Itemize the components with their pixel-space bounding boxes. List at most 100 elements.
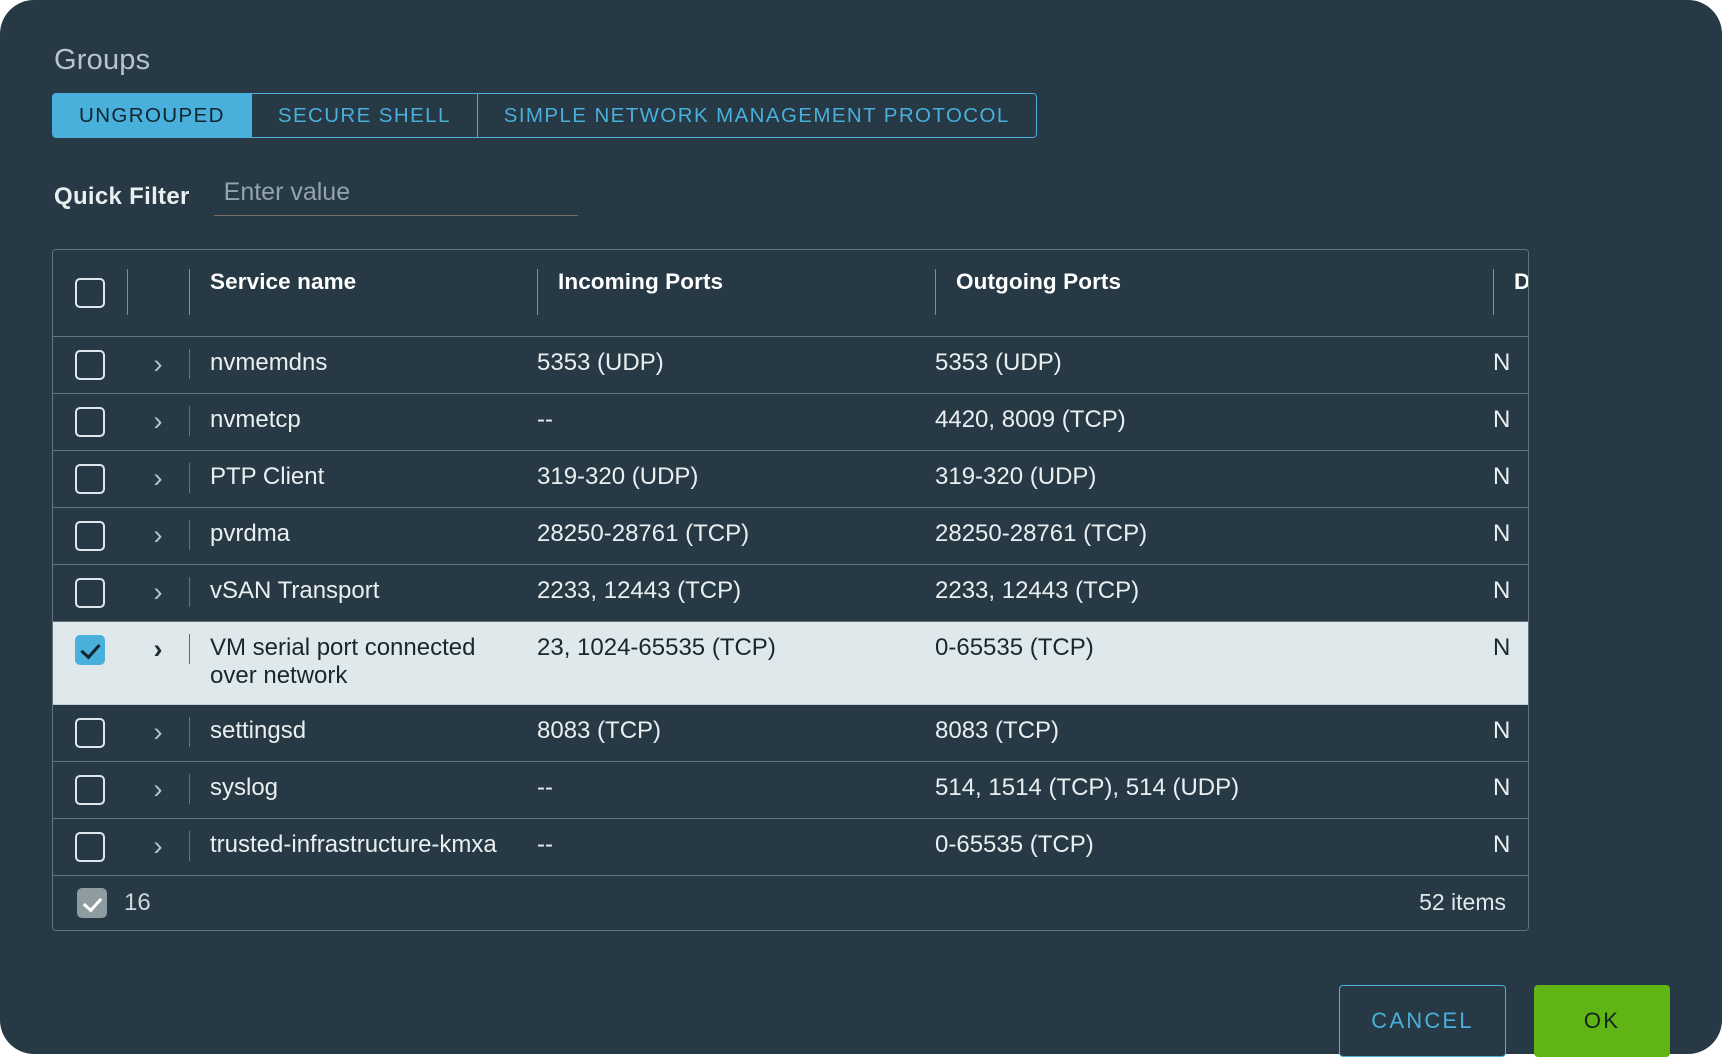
incoming-ports-header[interactable]: Incoming Ports: [537, 250, 935, 337]
table-row[interactable]: › settingsd 8083 (TCP) 8083 (TCP) N: [53, 704, 1528, 762]
row-expand-cell[interactable]: ›: [127, 818, 189, 875]
row-service-name-cell: trusted-infrastructure-kmxa: [189, 818, 537, 875]
footer-selection-checkbox[interactable]: [77, 887, 107, 918]
row-incoming-ports-cell: 319-320 (UDP): [537, 450, 935, 508]
groups-label: Groups: [54, 44, 151, 76]
row-daemon-cell: N: [1493, 393, 1528, 451]
row-checkbox[interactable]: [75, 578, 105, 608]
row-daemon-cell: N: [1493, 761, 1528, 819]
row-outgoing-ports-cell: 2233, 12443 (TCP): [935, 564, 1493, 622]
column-divider: [189, 830, 190, 861]
chevron-right-icon[interactable]: ›: [127, 634, 189, 663]
service-name-value: VM serial port connected over network: [210, 634, 476, 690]
chevron-right-icon[interactable]: ›: [127, 577, 189, 606]
chevron-right-icon[interactable]: ›: [127, 349, 189, 378]
column-divider: [189, 269, 190, 315]
row-daemon-cell: N: [1493, 336, 1528, 394]
service-name-value: nvmetcp: [210, 406, 301, 433]
column-divider: [935, 269, 936, 315]
quick-filter-input[interactable]: [213, 178, 588, 209]
row-select-cell[interactable]: [53, 704, 127, 762]
service-selection-dialog: Groups UNGROUPED SECURE SHELL SIMPLE NET…: [0, 0, 1722, 1057]
chevron-right-icon[interactable]: ›: [127, 774, 189, 803]
row-checkbox[interactable]: [75, 717, 105, 748]
row-service-name-cell: nvmetcp: [189, 393, 537, 451]
outgoing-ports-header[interactable]: Outgoing Ports: [935, 250, 1493, 337]
row-outgoing-ports-cell: 28250-28761 (TCP): [935, 507, 1493, 565]
table-row-selected[interactable]: › VM serial port connected over network …: [53, 621, 1528, 705]
row-select-cell[interactable]: [53, 393, 127, 451]
row-service-name-cell: settingsd: [189, 704, 537, 762]
row-select-cell[interactable]: [53, 761, 127, 819]
row-service-name-cell: nvmemdns: [189, 336, 537, 394]
chevron-right-icon[interactable]: ›: [127, 717, 189, 746]
row-outgoing-ports-cell: 8083 (TCP): [935, 704, 1493, 762]
tab-secure-shell[interactable]: SECURE SHELL: [251, 94, 478, 137]
row-select-cell[interactable]: [53, 507, 127, 565]
row-expand-cell[interactable]: ›: [127, 704, 189, 762]
row-outgoing-ports-cell: 0-65535 (TCP): [935, 621, 1493, 705]
service-name-header-label: Service name: [210, 269, 357, 294]
table-row[interactable]: › vSAN Transport 2233, 12443 (TCP) 2233,…: [53, 564, 1528, 622]
tab-ungrouped[interactable]: UNGROUPED: [53, 94, 252, 137]
row-expand-cell[interactable]: ›: [127, 621, 189, 705]
table-row[interactable]: › syslog -- 514, 1514 (TCP), 514 (UDP) N: [53, 761, 1528, 819]
row-incoming-ports-cell: --: [537, 830, 553, 858]
row-checkbox[interactable]: [75, 521, 105, 551]
dialog-actions: CANCEL OK: [52, 984, 1670, 1057]
row-daemon-cell: N: [1493, 507, 1528, 565]
chevron-right-icon[interactable]: ›: [127, 406, 189, 435]
table-row[interactable]: › trusted-infrastructure-kmxa -- 0-65535…: [53, 818, 1528, 875]
row-incoming-ports-cell: 23, 1024-65535 (TCP): [537, 621, 935, 705]
table-row[interactable]: › nvmetcp -- 4420, 8009 (TCP) N: [53, 393, 1528, 451]
service-name-value: nvmemdns: [210, 349, 328, 376]
row-expand-cell[interactable]: ›: [127, 393, 189, 451]
row-checkbox-checked[interactable]: [75, 635, 105, 665]
service-name-value: PTP Client: [210, 463, 325, 490]
column-divider: [189, 716, 190, 747]
row-incoming-ports-cell: --: [537, 393, 935, 451]
table-row[interactable]: › nvmemdns 5353 (UDP) 5353 (UDP) N: [53, 336, 1528, 394]
cancel-button[interactable]: CANCEL: [1339, 984, 1506, 1057]
service-name-header[interactable]: Service name: [189, 250, 537, 337]
total-items-count: 52 items: [1419, 889, 1506, 916]
column-divider: [189, 406, 190, 436]
service-name-value: pvrdma: [210, 520, 291, 547]
table-row[interactable]: › pvrdma 28250-28761 (TCP) 28250-28761 (…: [53, 507, 1528, 565]
row-outgoing-ports-cell: 319-320 (UDP): [935, 450, 1493, 508]
column-divider: [537, 269, 538, 315]
column-divider: [189, 349, 190, 379]
tab-simple-network-management-protocol[interactable]: SIMPLE NETWORK MANAGEMENT PROTOCOL: [477, 94, 1036, 137]
selected-count: 16: [124, 888, 151, 916]
chevron-right-icon[interactable]: ›: [127, 831, 189, 860]
row-checkbox[interactable]: [75, 350, 105, 380]
column-divider: [189, 773, 190, 804]
chevron-right-icon[interactable]: ›: [127, 520, 189, 549]
row-expand-cell[interactable]: ›: [127, 507, 189, 565]
service-name-value: vSAN Transport: [210, 577, 380, 604]
column-divider: [1493, 269, 1494, 315]
select-all-checkbox-wrap[interactable]: [53, 277, 127, 308]
incoming-ports-header-label: Incoming Ports: [558, 269, 724, 294]
row-service-name-cell: syslog: [189, 761, 537, 819]
row-select-cell[interactable]: [53, 564, 127, 622]
row-select-cell[interactable]: [53, 621, 127, 705]
row-select-cell[interactable]: [53, 450, 127, 508]
row-select-cell[interactable]: [53, 336, 127, 394]
row-checkbox[interactable]: [75, 774, 105, 805]
row-expand-cell[interactable]: ›: [127, 564, 189, 622]
quick-filter-input-wrap: [213, 178, 588, 216]
row-checkbox[interactable]: [75, 464, 105, 494]
table-row[interactable]: › PTP Client 319-320 (UDP) 319-320 (UDP)…: [53, 450, 1528, 508]
select-all-checkbox[interactable]: [75, 277, 105, 308]
row-expand-cell[interactable]: ›: [127, 761, 189, 819]
row-expand-cell[interactable]: ›: [127, 450, 189, 508]
chevron-right-icon[interactable]: ›: [127, 463, 189, 492]
row-expand-cell[interactable]: ›: [127, 336, 189, 394]
row-checkbox[interactable]: [75, 831, 105, 862]
row-checkbox[interactable]: [75, 407, 105, 437]
daemon-header[interactable]: D: [1493, 250, 1528, 337]
row-select-cell[interactable]: [53, 818, 127, 875]
quick-filter-label: Quick Filter: [54, 183, 190, 210]
ok-button[interactable]: OK: [1534, 984, 1670, 1057]
